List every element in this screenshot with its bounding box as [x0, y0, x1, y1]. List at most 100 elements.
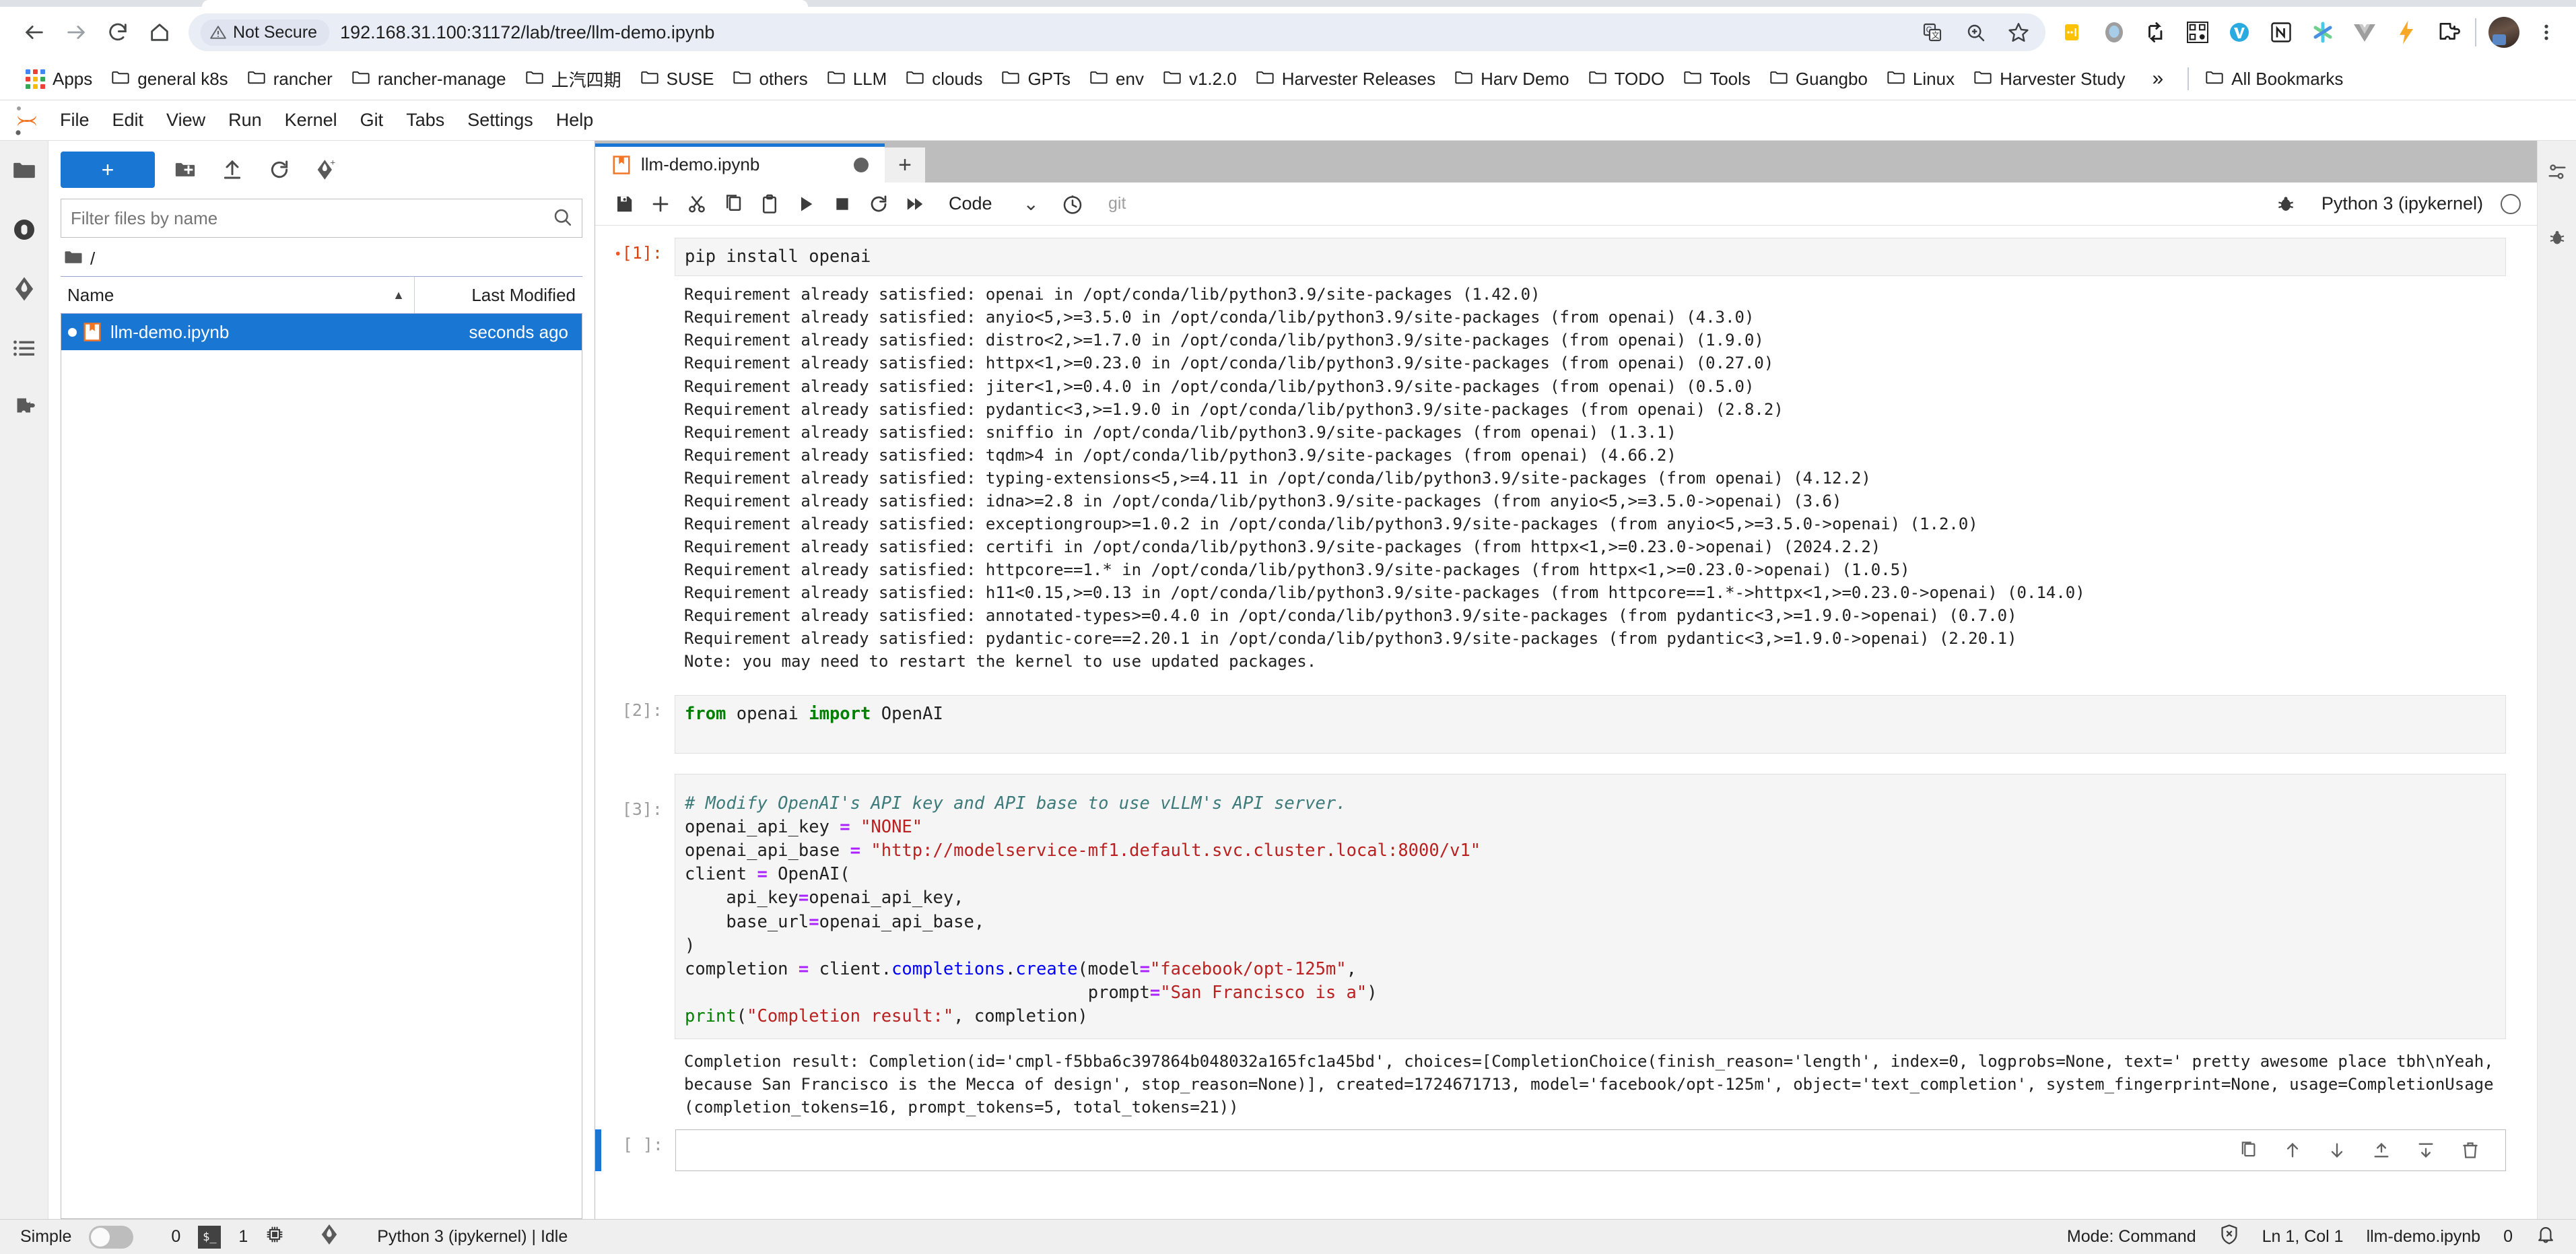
- bookmark-guangbo[interactable]: Guangbo: [1760, 65, 1877, 94]
- kernel-status-icon[interactable]: [2501, 193, 2521, 214]
- restart-icon[interactable]: [860, 186, 897, 222]
- new-launcher-button[interactable]: +: [61, 152, 155, 188]
- move-up-icon[interactable]: [2279, 1137, 2306, 1164]
- bookmark-env[interactable]: env: [1080, 65, 1153, 94]
- notebook-cell[interactable]: •[1]: pip install openai: [595, 235, 2537, 279]
- copy-icon[interactable]: [715, 186, 751, 222]
- bookmark-clouds[interactable]: clouds: [896, 65, 992, 94]
- sidebar-item-file-browser[interactable]: [5, 152, 43, 189]
- bookmark-llm[interactable]: LLM: [817, 65, 897, 94]
- menu-file[interactable]: File: [48, 104, 101, 136]
- insert-cell-icon[interactable]: [642, 186, 679, 222]
- sidebar-item-git[interactable]: [5, 270, 43, 308]
- debugger-panel-icon[interactable]: [2538, 219, 2576, 257]
- sidebar-item-table-of-contents[interactable]: [5, 329, 43, 367]
- git-clone-icon[interactable]: +: [310, 153, 343, 187]
- terminal-icon[interactable]: $_: [198, 1225, 222, 1249]
- bookmark-harvester-releases[interactable]: Harvester Releases: [1246, 65, 1445, 94]
- notebook-cell[interactable]: [3]: # Modify OpenAI's API key and API b…: [595, 771, 2537, 1042]
- tab-llm-demo[interactable]: llm-demo.ipynb: [595, 143, 885, 183]
- cell-editor[interactable]: [675, 1129, 2506, 1171]
- chrome-menu-icon[interactable]: [2532, 18, 2561, 47]
- bookmark-shangqi[interactable]: 上汽四期: [516, 63, 631, 96]
- zoom-icon[interactable]: [1961, 18, 1990, 47]
- extension-puzzle-icon[interactable]: [2433, 18, 2463, 47]
- home-icon[interactable]: [140, 13, 179, 52]
- bookmark-harvester-study[interactable]: Harvester Study: [1964, 65, 2134, 94]
- cut-icon[interactable]: [679, 186, 715, 222]
- move-down-icon[interactable]: [2324, 1137, 2350, 1164]
- cell-editor[interactable]: pip install openai: [675, 238, 2506, 277]
- bookmark-tools[interactable]: Tools: [1674, 65, 1760, 94]
- bookmark-suse[interactable]: SUSE: [631, 65, 724, 94]
- kernel-count[interactable]: 0: [171, 1227, 180, 1247]
- unsaved-dot-icon[interactable]: [854, 157, 869, 172]
- insert-below-icon[interactable]: [2412, 1137, 2439, 1164]
- search-input[interactable]: [71, 207, 552, 229]
- bookmarks-overflow-button[interactable]: »: [2134, 63, 2181, 94]
- delete-cell-icon[interactable]: [2457, 1137, 2484, 1164]
- upload-icon[interactable]: [215, 153, 249, 187]
- simple-mode-toggle[interactable]: [89, 1225, 134, 1249]
- extension-yellow-icon[interactable]: [2058, 18, 2087, 47]
- kernel-status-label[interactable]: Python 3 (ipykernel) | Idle: [377, 1227, 568, 1247]
- breadcrumb-root[interactable]: /: [90, 249, 95, 269]
- all-bookmarks-button[interactable]: All Bookmarks: [2196, 65, 2352, 94]
- extension-recycle-icon[interactable]: [2141, 18, 2171, 47]
- stop-icon[interactable]: [824, 186, 860, 222]
- notebook-cell[interactable]: [2]: from openai import OpenAI: [595, 692, 2537, 756]
- menu-run[interactable]: Run: [217, 104, 273, 136]
- cell-type-select[interactable]: Code ⌄: [948, 192, 1040, 216]
- extension-asterisk-icon[interactable]: [2308, 18, 2338, 47]
- notebook-scroll-region[interactable]: •[1]: pip install openai Requirement alr…: [595, 226, 2537, 1219]
- cursor-position-label[interactable]: Ln 1, Col 1: [2262, 1227, 2344, 1247]
- forward-icon[interactable]: [57, 13, 96, 52]
- extension-notion-icon[interactable]: [2266, 18, 2296, 47]
- browser-tabstrip[interactable]: [0, 0, 2576, 7]
- duplicate-icon[interactable]: [2235, 1137, 2262, 1164]
- sidebar-item-running-terminals[interactable]: [5, 211, 43, 249]
- security-indicator[interactable]: Not Secure: [201, 19, 330, 46]
- file-filter-box[interactable]: [61, 199, 582, 238]
- bookmark-harv-demo[interactable]: Harv Demo: [1445, 65, 1578, 94]
- column-header-last-modified[interactable]: Last Modified: [414, 277, 582, 313]
- bug-icon[interactable]: [2268, 186, 2304, 222]
- bookmark-rancher[interactable]: rancher: [238, 65, 342, 94]
- extension-lightning-icon[interactable]: [2392, 18, 2421, 47]
- cell-editor[interactable]: from openai import OpenAI: [675, 694, 2506, 754]
- address-bar[interactable]: Not Secure 192.168.31.100:31172/lab/tree…: [189, 13, 2045, 51]
- git-icon[interactable]: [319, 1223, 339, 1251]
- avatar[interactable]: [2488, 17, 2519, 48]
- cpu-icon[interactable]: [265, 1225, 284, 1249]
- kernel-name-label[interactable]: Python 3 (ipykernel): [2321, 193, 2483, 214]
- list-item[interactable]: llm-demo.ipynb seconds ago: [61, 314, 582, 350]
- run-icon[interactable]: [788, 186, 824, 222]
- bookmark-general-k8s[interactable]: general k8s: [102, 65, 237, 94]
- breadcrumb[interactable]: /: [48, 244, 595, 276]
- property-inspector-icon[interactable]: [2538, 153, 2576, 191]
- column-header-name[interactable]: Name ▲: [61, 285, 414, 306]
- new-tab-button[interactable]: +: [885, 147, 925, 183]
- back-icon[interactable]: [15, 13, 54, 52]
- menu-view[interactable]: View: [155, 104, 217, 136]
- menu-kernel[interactable]: Kernel: [273, 104, 349, 136]
- save-icon[interactable]: [606, 186, 642, 222]
- extension-gray-circle-icon[interactable]: [2099, 18, 2129, 47]
- bookmark-rancher-manage[interactable]: rancher-manage: [342, 65, 516, 94]
- shield-x-icon[interactable]: [2219, 1224, 2239, 1250]
- bookmark-star-icon[interactable]: [2004, 18, 2033, 47]
- bookmark-others[interactable]: others: [723, 65, 817, 94]
- terminal-count[interactable]: 1: [238, 1227, 248, 1247]
- refresh-icon[interactable]: [263, 153, 296, 187]
- menu-tabs[interactable]: Tabs: [395, 104, 456, 136]
- extension-qrcode-icon[interactable]: [2183, 18, 2212, 47]
- menu-help[interactable]: Help: [545, 104, 605, 136]
- clock-icon[interactable]: [1054, 186, 1091, 222]
- insert-above-icon[interactable]: [2368, 1137, 2395, 1164]
- bookmark-v120[interactable]: v1.2.0: [1153, 65, 1246, 94]
- extension-vue-icon[interactable]: [2350, 18, 2379, 47]
- menu-git[interactable]: Git: [349, 104, 395, 136]
- restart-run-all-icon[interactable]: [897, 186, 933, 222]
- translate-icon[interactable]: G文: [1918, 18, 1947, 47]
- bookmark-gpts[interactable]: GPTs: [992, 65, 1080, 94]
